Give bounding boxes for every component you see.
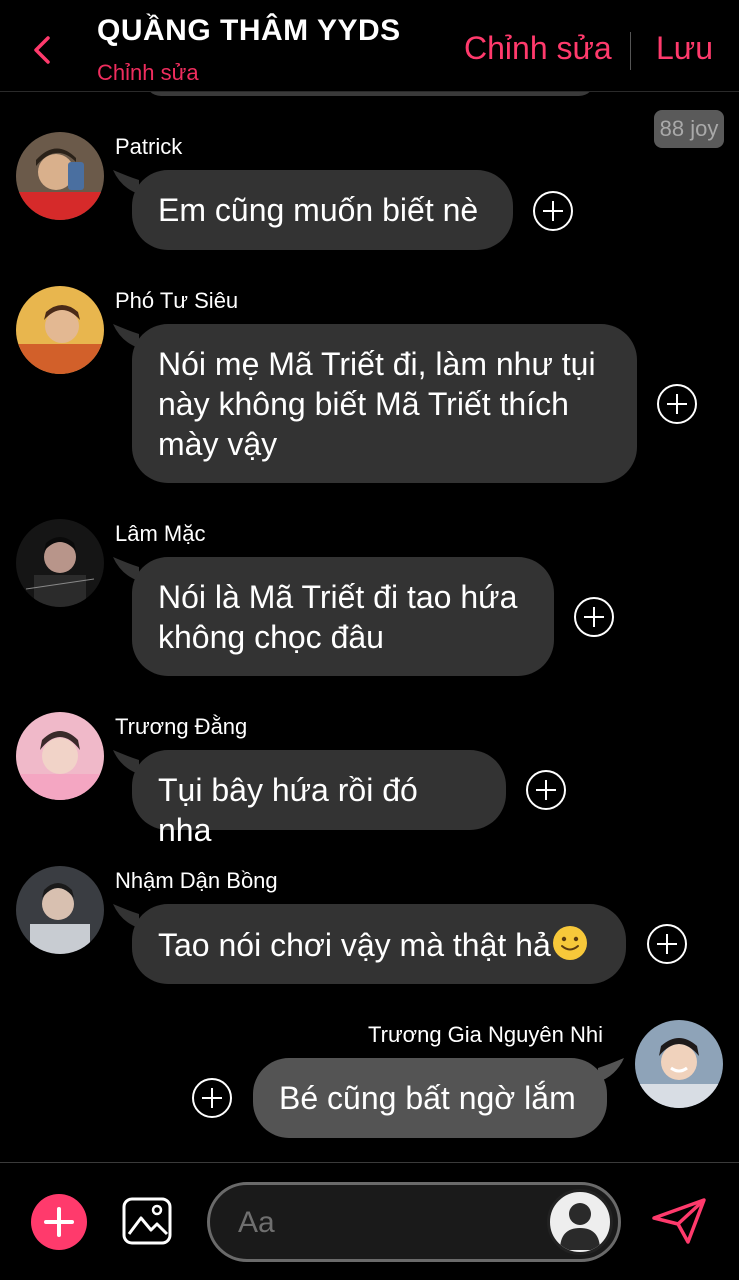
user-silhouette-icon[interactable] bbox=[547, 1189, 613, 1255]
edit-button[interactable]: Chỉnh sửa bbox=[464, 30, 612, 67]
avatar-nham-dan-bong[interactable] bbox=[16, 866, 104, 954]
sender-name: Lâm Mặc bbox=[115, 521, 206, 546]
message-text-line: không chọc đâu bbox=[158, 619, 384, 655]
chat-title: QUẦNG THÂM YYDS bbox=[97, 14, 401, 47]
avatar-truong-dang[interactable] bbox=[16, 712, 104, 800]
sender-name: Nhậm Dận Bồng bbox=[115, 868, 278, 893]
message-text: Tao nói chơi vậy mà thật hả bbox=[158, 927, 551, 963]
react-plus-icon[interactable] bbox=[573, 596, 615, 638]
sender-name: Phó Tư Siêu bbox=[115, 288, 239, 313]
message-text: Bé cũng bất ngờ lắm bbox=[279, 1080, 576, 1116]
avatar-patrick[interactable] bbox=[16, 132, 104, 220]
message-text-line: này không biết Mã Triết thích bbox=[158, 386, 569, 422]
message-bubble[interactable]: Em cũng muốn biết nè bbox=[132, 170, 513, 250]
message-text: Em cũng muốn biết nè bbox=[158, 192, 479, 228]
message-text-line: mày vậy bbox=[158, 426, 278, 462]
send-icon[interactable] bbox=[650, 1196, 708, 1246]
react-plus-icon[interactable] bbox=[656, 383, 698, 425]
react-plus-icon[interactable] bbox=[646, 923, 688, 965]
sender-name: Patrick bbox=[115, 134, 183, 159]
avatar-truong-gia-nguyen-nhi[interactable] bbox=[635, 1020, 723, 1108]
message-input-container[interactable] bbox=[207, 1182, 621, 1262]
react-plus-icon[interactable] bbox=[525, 769, 567, 811]
save-button[interactable]: Lưu bbox=[656, 30, 713, 67]
message-text-line: Nói là Mã Triết đi tao hứa bbox=[158, 579, 518, 615]
add-plus-icon[interactable] bbox=[31, 1194, 87, 1250]
react-plus-icon[interactable] bbox=[532, 190, 574, 232]
avatar-pho-tu-sieu[interactable] bbox=[16, 286, 104, 374]
message-bubble[interactable]: Tụi bây hứa rồi đó nha bbox=[132, 750, 506, 848]
react-plus-icon[interactable] bbox=[191, 1077, 233, 1119]
message-text-row: Tao nói chơi vậy mà thật hả bbox=[158, 924, 600, 965]
composer-bar bbox=[0, 1162, 739, 1280]
back-chevron-icon[interactable] bbox=[28, 30, 58, 70]
avatar-lam-mac[interactable] bbox=[16, 519, 104, 607]
chat-header: QUẦNG THÂM YYDS Chỉnh sửa Chỉnh sửa Lưu bbox=[0, 0, 739, 92]
image-gallery-icon[interactable] bbox=[121, 1196, 173, 1246]
message-bubble[interactable]: Nói là Mã Triết đi tao hứa không chọc đâ… bbox=[132, 557, 554, 676]
message-bubble[interactable]: Bé cũng bất ngờ lắm bbox=[253, 1058, 607, 1138]
message-text-line: Nói mẹ Mã Triết đi, làm như tụi bbox=[158, 346, 596, 382]
message-bubble[interactable]: Nói mẹ Mã Triết đi, làm như tụi này khôn… bbox=[132, 324, 637, 483]
message-bubble[interactable]: Tao nói chơi vậy mà thật hả bbox=[132, 904, 626, 984]
sender-name: Trương Gia Nguyên Nhi bbox=[368, 1022, 603, 1047]
message-text: Tụi bây hứa rồi đó nha bbox=[158, 772, 418, 848]
sender-name: Trương Đằng bbox=[115, 714, 248, 739]
slightly-smiling-face-icon bbox=[552, 926, 587, 960]
chat-subtitle[interactable]: Chỉnh sửa bbox=[97, 60, 199, 86]
header-divider bbox=[630, 32, 631, 70]
joy-badge: 88 joy bbox=[654, 110, 724, 148]
message-input[interactable] bbox=[238, 1203, 538, 1243]
